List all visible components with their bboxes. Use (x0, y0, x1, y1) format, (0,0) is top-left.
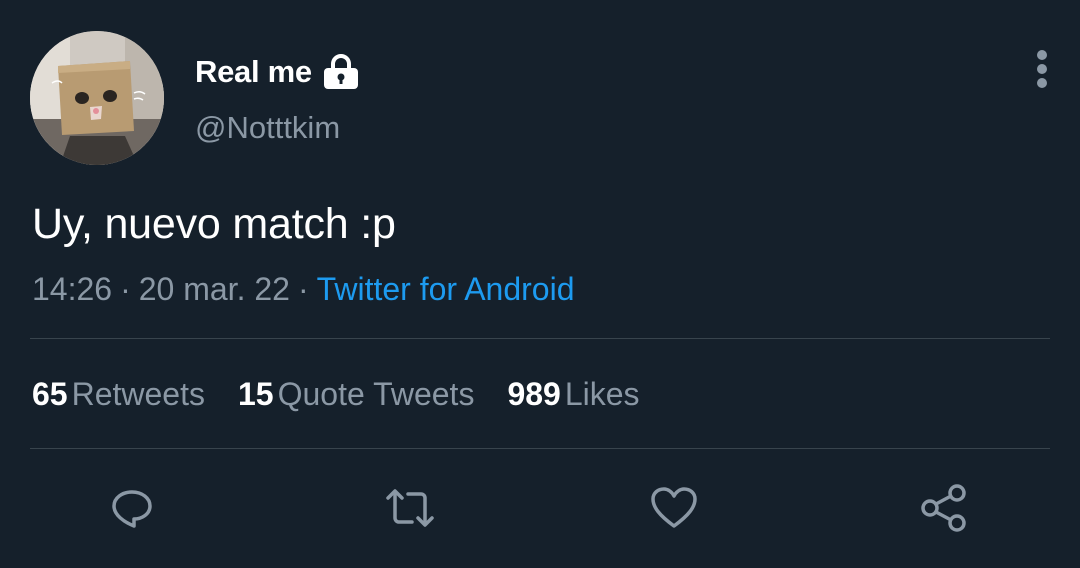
handle[interactable]: @Notttkim (195, 110, 340, 146)
share-icon (921, 484, 966, 532)
retweets-label: Retweets (71, 376, 205, 412)
retweet-button[interactable] (382, 480, 438, 536)
tweet-meta: 14:26 · 20 mar. 22 · Twitter for Android (32, 271, 574, 308)
likes-label: Likes (564, 376, 640, 412)
divider (30, 448, 1050, 449)
quotes-stat[interactable]: 15 Quote Tweets (238, 376, 474, 413)
share-button[interactable] (916, 480, 972, 536)
quotes-count: 15 (237, 376, 274, 412)
heart-icon (651, 487, 697, 528)
more-vertical-icon-dot (1037, 64, 1047, 74)
avatar-image (30, 31, 164, 165)
likes-stat[interactable]: 989 Likes (507, 376, 639, 413)
retweets-stat[interactable]: 65 Retweets (32, 376, 205, 413)
divider (30, 338, 1050, 339)
retweets-count: 65 (32, 376, 68, 412)
display-name-row: Real me (195, 52, 360, 92)
meta-separator: · (120, 271, 131, 307)
quotes-label: Quote Tweets (277, 376, 475, 412)
tweet-time[interactable]: 14:26 (32, 271, 112, 307)
reply-icon (112, 490, 152, 528)
like-button[interactable] (646, 480, 702, 536)
display-name[interactable]: Real me (195, 54, 312, 90)
lock-icon (322, 54, 360, 90)
more-vertical-icon (1037, 50, 1047, 60)
avatar[interactable] (30, 31, 164, 165)
reply-button[interactable] (104, 480, 160, 536)
stats-row: 65 Retweets 15 Quote Tweets 989 Likes (32, 376, 673, 413)
meta-separator: · (297, 271, 309, 307)
tweet-date[interactable]: 20 mar. 22 (139, 271, 290, 307)
source-link[interactable]: Twitter for Android (317, 271, 575, 307)
more-options-button[interactable] (1022, 46, 1062, 92)
tweet-text: Uy, nuevo match :p (32, 200, 396, 248)
retweet-icon (386, 489, 434, 527)
more-vertical-icon-dot (1037, 78, 1047, 88)
likes-count: 989 (507, 376, 561, 412)
